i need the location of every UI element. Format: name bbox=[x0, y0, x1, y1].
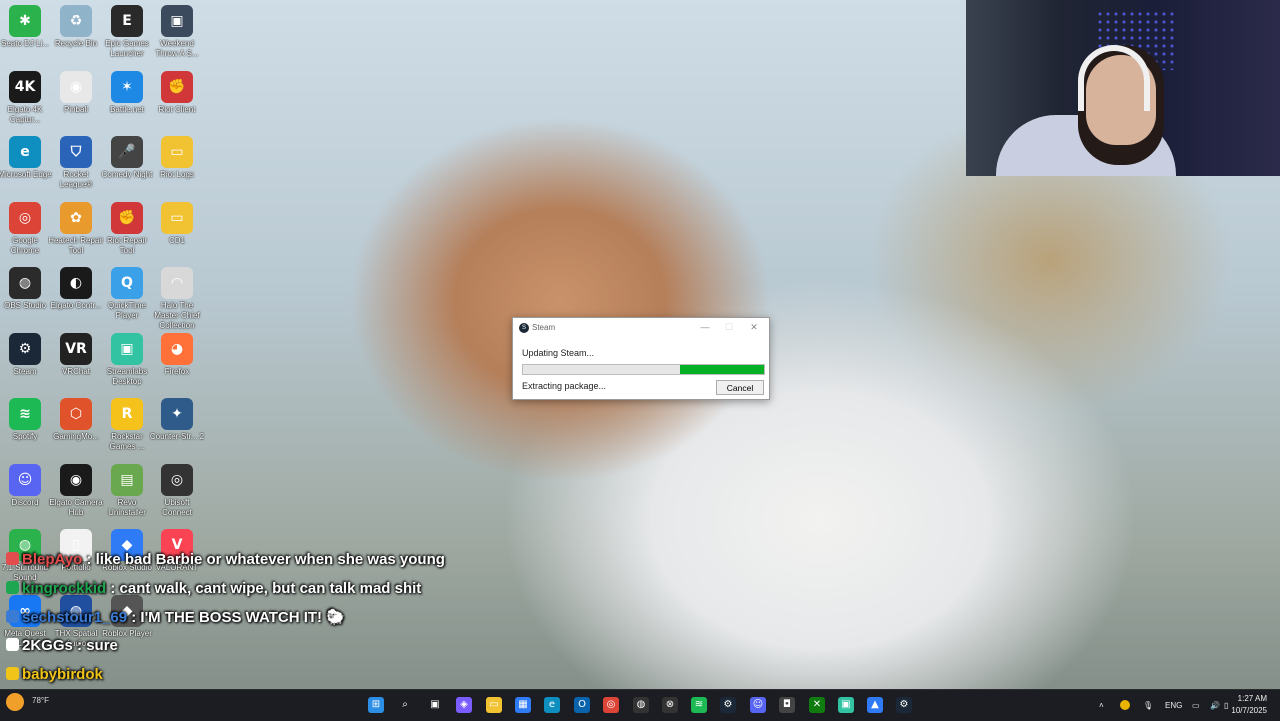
photos-icon[interactable]: ▲ bbox=[867, 697, 883, 713]
chat-badge-icon bbox=[6, 610, 19, 623]
maximize-button: ☐ bbox=[724, 322, 734, 332]
xbox-icon[interactable]: ⊗ bbox=[662, 697, 678, 713]
chat-separator: : bbox=[127, 609, 141, 626]
chat-message: kingrockkid : cant walk, cant wipe, but … bbox=[6, 580, 421, 597]
discord-icon[interactable]: ☺ bbox=[750, 697, 766, 713]
chat-message: 2KGGs : sure bbox=[6, 637, 118, 654]
chat-separator: : bbox=[106, 580, 120, 597]
headset bbox=[1078, 45, 1150, 111]
clock-time: 1:27 AM bbox=[1237, 694, 1267, 703]
update-substatus: Extracting package... bbox=[522, 381, 607, 391]
notification-app-icon[interactable] bbox=[1120, 700, 1130, 710]
chat-username: sechstour1_69 bbox=[22, 609, 128, 626]
store-icon[interactable]: ▦ bbox=[515, 697, 531, 713]
chat-text: like bad Barbie or whatever when she was… bbox=[95, 551, 445, 568]
update-progress-bar bbox=[522, 364, 765, 375]
chat-overlay: BlepAyo : like bad Barbie or whatever wh… bbox=[0, 0, 520, 720]
weather-widget[interactable]: 78°F bbox=[6, 693, 49, 716]
dialog-titlebar[interactable]: S Steam — ☐ ✕ bbox=[513, 318, 769, 337]
xbox-app-icon[interactable]: ✕ bbox=[809, 697, 825, 713]
clock[interactable]: 1:27 AM 10/7/2025 bbox=[1231, 693, 1267, 717]
chat-badge-icon bbox=[6, 638, 19, 651]
weather-temp: 78°F bbox=[32, 696, 49, 705]
chat-username: babybirdok bbox=[22, 666, 103, 683]
task-view-icon[interactable]: ▣ bbox=[427, 697, 443, 713]
steam-running-icon[interactable]: ⚙ bbox=[896, 697, 912, 713]
obs-icon[interactable]: ◍ bbox=[633, 697, 649, 713]
streamlabs-icon[interactable]: ▣ bbox=[838, 697, 854, 713]
edge-icon[interactable]: e bbox=[544, 697, 560, 713]
clock-date: 10/7/2025 bbox=[1231, 706, 1267, 715]
network-icon[interactable]: ▭ bbox=[1192, 701, 1200, 710]
update-status: Updating Steam... bbox=[522, 348, 595, 358]
chat-text: cant walk, cant wipe, but can talk mad s… bbox=[119, 580, 422, 597]
chat-text: sure bbox=[86, 637, 118, 654]
language-indicator[interactable]: ENG bbox=[1165, 701, 1182, 710]
chat-separator: : bbox=[72, 637, 87, 654]
chat-text: I'M THE BOSS WATCH IT! 🐑 bbox=[140, 609, 345, 626]
chat-username: BlepAyo bbox=[22, 551, 83, 568]
controller-icon[interactable]: ◘ bbox=[779, 697, 795, 713]
spotify-icon[interactable]: ≋ bbox=[691, 697, 707, 713]
chat-badge-icon bbox=[6, 552, 19, 565]
microphone-icon[interactable]: 🎙 bbox=[1143, 701, 1153, 710]
battery-icon[interactable]: ▯ bbox=[1224, 701, 1228, 710]
outlook-icon[interactable]: O bbox=[574, 697, 590, 713]
close-button[interactable]: ✕ bbox=[746, 321, 762, 333]
start-icon[interactable]: ⊞ bbox=[368, 697, 384, 713]
minimize-button[interactable]: — bbox=[697, 321, 713, 333]
cancel-button[interactable]: Cancel bbox=[716, 380, 764, 395]
chat-badge-icon bbox=[6, 667, 19, 680]
steam-icon[interactable]: ⚙ bbox=[720, 697, 736, 713]
chat-message: babybirdok bbox=[6, 666, 103, 683]
search-icon[interactable]: ⌕ bbox=[397, 697, 413, 713]
progress-fill bbox=[679, 365, 764, 374]
taskbar: 78°F ⊞ ⌕ ▣ ◈ ▭ ▦ e O ◎ ◍ ⊗ ≋ ⚙ ☺ ◘ ✕ ▣ ▲ ⚙ ˄ 🎙 ENG ▭ 🔊 ▯ 1… bbox=[0, 689, 1280, 721]
chat-separator: : bbox=[82, 551, 96, 568]
steam-icon: S bbox=[519, 323, 529, 333]
chevron-up-icon[interactable]: ˄ bbox=[1099, 701, 1104, 710]
copilot-icon[interactable]: ◈ bbox=[456, 697, 472, 713]
file-explorer-icon[interactable]: ▭ bbox=[486, 697, 502, 713]
chat-badge-icon bbox=[6, 581, 19, 594]
chat-username: 2KGGs bbox=[22, 637, 73, 654]
sun-icon bbox=[6, 693, 24, 711]
chat-username: kingrockkid bbox=[22, 580, 107, 597]
volume-icon[interactable]: 🔊 bbox=[1210, 701, 1220, 710]
steam-update-dialog: S Steam — ☐ ✕ Updating Steam... Extracti… bbox=[512, 317, 770, 400]
dialog-title: Steam bbox=[532, 323, 556, 332]
chrome-icon[interactable]: ◎ bbox=[603, 697, 619, 713]
chat-message: BlepAyo : like bad Barbie or whatever wh… bbox=[6, 551, 445, 568]
webcam-overlay bbox=[966, 0, 1280, 176]
chat-message: sechstour1_69 : I'M THE BOSS WATCH IT! 🐑 bbox=[6, 608, 345, 626]
